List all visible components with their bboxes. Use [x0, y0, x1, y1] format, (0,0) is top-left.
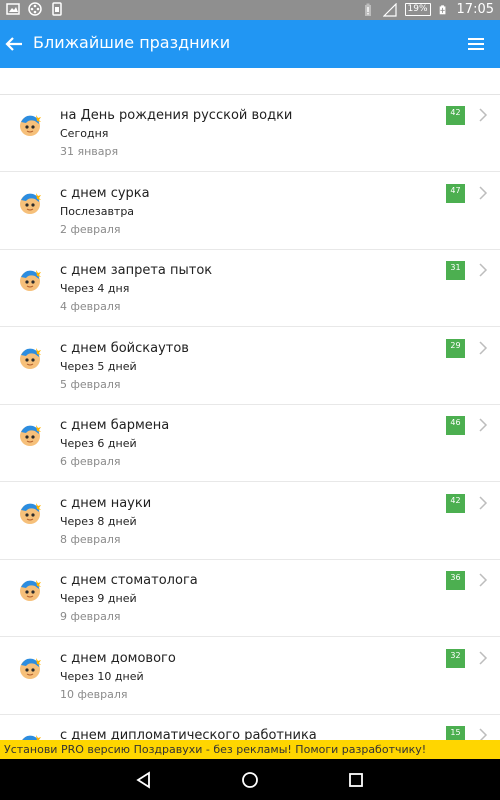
holiday-relative-date: Через 10 дней	[60, 669, 144, 683]
chevron-right-icon	[479, 495, 488, 510]
cake-avatar-icon	[20, 425, 41, 446]
holiday-name: с днем бармена	[60, 418, 170, 433]
holiday-date: 6 февраля	[60, 455, 121, 468]
holiday-name: с днем сурка	[60, 185, 150, 201]
holiday-date: 2 февраля	[60, 222, 121, 236]
holiday-date: 4 февраля	[60, 300, 121, 313]
cake-avatar-icon	[20, 657, 41, 679]
holiday-date: 10 февраля	[60, 687, 128, 701]
chevron-right-icon	[479, 108, 488, 122]
menu-icon[interactable]	[466, 34, 486, 54]
film-icon	[28, 2, 42, 16]
greetings-count-badge: 42	[446, 493, 465, 513]
greetings-count-badge: 29	[446, 338, 465, 358]
arrow-back-icon[interactable]	[2, 32, 26, 56]
holiday-date: 8 февраля	[60, 532, 121, 546]
holiday-row[interactable]: с днем домового Через 10 дней 10 февраля…	[0, 638, 500, 715]
home-circle-icon[interactable]	[241, 771, 259, 789]
holiday-relative-date: Послезавтра	[60, 204, 135, 218]
battery-icon	[439, 4, 445, 14]
holiday-row[interactable]: с днем запрета пыток Через 4 дня 4 февра…	[0, 250, 500, 327]
greetings-count-badge: 32	[446, 648, 465, 668]
holiday-relative-date: Через 4 дня	[60, 282, 130, 295]
holiday-name: с днем запрета пыток	[60, 263, 213, 278]
back-triangle-icon[interactable]	[135, 771, 153, 789]
holiday-relative-date: Через 9 дней	[60, 592, 137, 605]
cake-avatar-icon	[20, 270, 41, 291]
holiday-row[interactable]: с днем сурка Послезавтра 2 февраля 47	[0, 173, 500, 250]
chevron-right-icon	[479, 573, 488, 587]
holiday-name: с днем бойскаутов	[60, 340, 189, 356]
recents-square-icon[interactable]	[347, 771, 365, 789]
holiday-relative-date: Через 6 дней	[60, 437, 137, 450]
greetings-count-badge: 47	[446, 183, 465, 203]
battery-percent: 19%	[404, 3, 431, 16]
greetings-count-badge: 46	[446, 416, 465, 435]
holiday-row[interactable]: с днем стоматолога Через 9 дней 9 феврал…	[0, 560, 500, 637]
holiday-date: 5 февраля	[60, 377, 121, 391]
cake-avatar-icon	[20, 347, 41, 369]
clock: 17:05	[456, 2, 494, 17]
greetings-count-badge: 42	[446, 106, 465, 125]
holiday-row[interactable]: с днем бармена Через 6 дней 6 февраля 46	[0, 405, 500, 482]
cake-avatar-icon	[20, 192, 41, 214]
holiday-name: с днем науки	[60, 495, 152, 511]
greetings-count-badge: 36	[446, 571, 465, 590]
holiday-date: 31 января	[60, 145, 119, 158]
chevron-right-icon	[479, 340, 488, 355]
holiday-name: на День рождения русской водки	[60, 108, 293, 123]
status-bar: 19% 17:05	[0, 0, 500, 20]
battery-alert-icon	[364, 3, 371, 16]
sim-icon	[52, 2, 62, 16]
pro-version-banner[interactable]: Установи PRO версию Поздравухи - без рек…	[0, 740, 500, 759]
app-bar: Ближайшие праздники	[0, 20, 500, 68]
page-title: Ближайшие праздники	[33, 33, 231, 52]
holiday-name: с днем домового	[60, 650, 176, 666]
greetings-count-badge: 31	[446, 261, 465, 280]
chevron-right-icon	[479, 418, 488, 432]
holiday-name: с днем стоматолога	[60, 573, 198, 588]
holiday-row[interactable]: с днем науки Через 8 дней 8 февраля 42	[0, 483, 500, 560]
chevron-right-icon	[479, 263, 488, 277]
chevron-right-icon	[479, 650, 488, 665]
image-icon	[6, 3, 20, 15]
signal-icon	[382, 2, 397, 17]
holiday-row[interactable]: на День рождения русской водки Сегодня 3…	[0, 95, 500, 172]
cake-avatar-icon	[20, 502, 41, 524]
holiday-relative-date: Сегодня	[60, 127, 109, 140]
holiday-row[interactable]: с днем бойскаутов Через 5 дней 5 февраля…	[0, 328, 500, 405]
holiday-relative-date: Через 8 дней	[60, 514, 137, 528]
chevron-right-icon	[479, 185, 488, 200]
system-nav-bar	[0, 759, 500, 800]
holiday-relative-date: Через 5 дней	[60, 359, 137, 373]
cake-avatar-icon	[20, 580, 41, 601]
holiday-date: 9 февраля	[60, 610, 121, 623]
cake-avatar-icon	[20, 115, 41, 136]
